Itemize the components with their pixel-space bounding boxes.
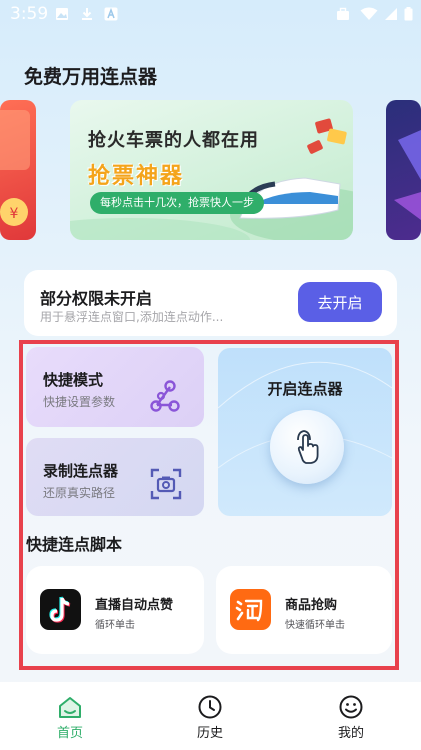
permission-card: 部分权限未开启 用于悬浮连点窗口,添加连点动作... 去开启 xyxy=(24,270,397,336)
nav-tab-history[interactable]: 历史 xyxy=(140,682,280,750)
status-bar: 3:59 xyxy=(0,0,421,30)
red-envelope-icon: ¥ xyxy=(0,110,30,226)
nav-tab-profile[interactable]: 我的 xyxy=(281,682,421,750)
home-icon xyxy=(59,697,81,718)
smiley-icon xyxy=(339,695,363,719)
banner-main[interactable]: 抢火车票的人都在用 抢票神器 每秒点击十几次，抢票快人一步 xyxy=(70,100,353,240)
download-icon xyxy=(82,8,92,20)
banner-next-art xyxy=(394,130,421,220)
nav-label-home: 首页 xyxy=(56,726,83,741)
nav-label-profile: 我的 xyxy=(337,726,364,741)
permission-subtitle: 用于悬浮连点窗口,添加连点动作... xyxy=(40,310,224,324)
status-time: 3:59 xyxy=(10,4,49,24)
banner-next[interactable] xyxy=(386,100,421,240)
nav-tab-home[interactable]: 首页 xyxy=(0,682,140,750)
banner-brand: 抢票神器 xyxy=(88,164,185,189)
battery-icon xyxy=(404,7,413,21)
banner-tagline: 每秒点击十几次，抢票快人一步 xyxy=(90,192,264,214)
banner-headline: 抢火车票的人都在用 xyxy=(88,130,259,151)
signal-icon xyxy=(385,8,397,20)
briefcase-icon xyxy=(337,7,349,20)
page-title: 免费万用连点器 xyxy=(24,66,158,88)
enable-permission-button[interactable]: 去开启 xyxy=(298,282,382,322)
highlight-frame xyxy=(19,340,399,670)
app-a-icon xyxy=(104,7,118,21)
permission-title: 部分权限未开启 xyxy=(40,289,153,308)
nav-label-history: 历史 xyxy=(196,726,223,741)
clock-icon xyxy=(198,695,222,719)
image-icon xyxy=(56,8,68,20)
svg-text:¥: ¥ xyxy=(10,206,19,222)
banner-prev[interactable]: ¥ xyxy=(0,100,36,240)
bottom-nav: 首页 历史 我的 xyxy=(0,682,421,750)
wifi-icon xyxy=(360,7,378,20)
